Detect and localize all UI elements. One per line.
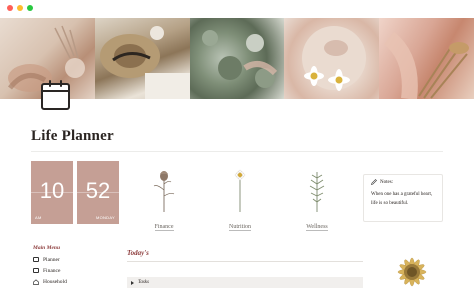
gallery-label-finance: Finance (154, 224, 174, 231)
close-window-button[interactable] (7, 5, 13, 11)
cover-panel-daisy-bowl (284, 18, 380, 99)
menu-item-label: Finance (43, 267, 61, 274)
gallery-label-wellness: Wellness (306, 224, 328, 231)
page-title: Life Planner (31, 128, 114, 144)
cover-panel-straw-hat (94, 18, 190, 99)
title-divider (31, 151, 443, 152)
toggle-triangle-icon[interactable] (131, 280, 134, 285)
main-menu-title: Main Menu (33, 245, 61, 251)
daisy-icon (234, 169, 246, 212)
minimize-window-button[interactable] (17, 5, 23, 11)
main-menu: Main Menu Planner Finance Household (33, 245, 113, 287)
gallery-card-wellness[interactable]: Wellness (294, 168, 340, 233)
notes-callout[interactable]: Notes: When one has a grateful heart, li… (363, 174, 443, 222)
tasks-toggle-label: Tasks (138, 280, 149, 285)
clock-weekday: MONDAY (95, 215, 115, 220)
cover-panel-greenery (189, 18, 285, 99)
clock-minute-card: 52 MONDAY (77, 161, 119, 224)
cover-banner (0, 18, 474, 99)
clock-hour-card: 10 AM (31, 161, 73, 224)
dried-rose-icon (153, 171, 175, 212)
gallery-label-nutrition: Nutrition (229, 224, 251, 231)
maximize-window-button[interactable] (27, 5, 33, 11)
calendar-icon (33, 257, 39, 262)
tasks-toggle[interactable]: Tasks (127, 277, 363, 288)
menu-item-finance[interactable]: Finance (33, 265, 113, 276)
pencil-icon (371, 179, 377, 185)
clock-am-pm: AM (35, 215, 42, 220)
clock-minute: 52 (85, 178, 111, 203)
cover-panel-dried-bundle (379, 18, 474, 99)
sunflower-decoration-icon (397, 257, 427, 287)
fern-icon (309, 172, 325, 212)
menu-item-household[interactable]: Household (33, 276, 113, 287)
money-icon (33, 268, 39, 273)
menu-item-label: Planner (43, 256, 60, 263)
calendar-icon[interactable] (41, 80, 70, 110)
notes-text: When one has a grateful heart, life is s… (371, 192, 433, 206)
today-heading: Today's (127, 249, 149, 257)
clock-hour: 10 (39, 178, 65, 203)
menu-item-planner[interactable]: Planner (33, 254, 113, 265)
window-controls (7, 5, 33, 11)
menu-item-label: Household (43, 278, 67, 285)
gallery-card-finance[interactable]: Finance (141, 168, 187, 233)
gallery-card-nutrition[interactable]: Nutrition (217, 168, 263, 233)
home-icon (33, 278, 39, 285)
today-divider (127, 261, 363, 262)
flip-clock-widget: 10 AM 52 MONDAY (31, 161, 119, 224)
notes-title: Notes: (380, 179, 394, 185)
